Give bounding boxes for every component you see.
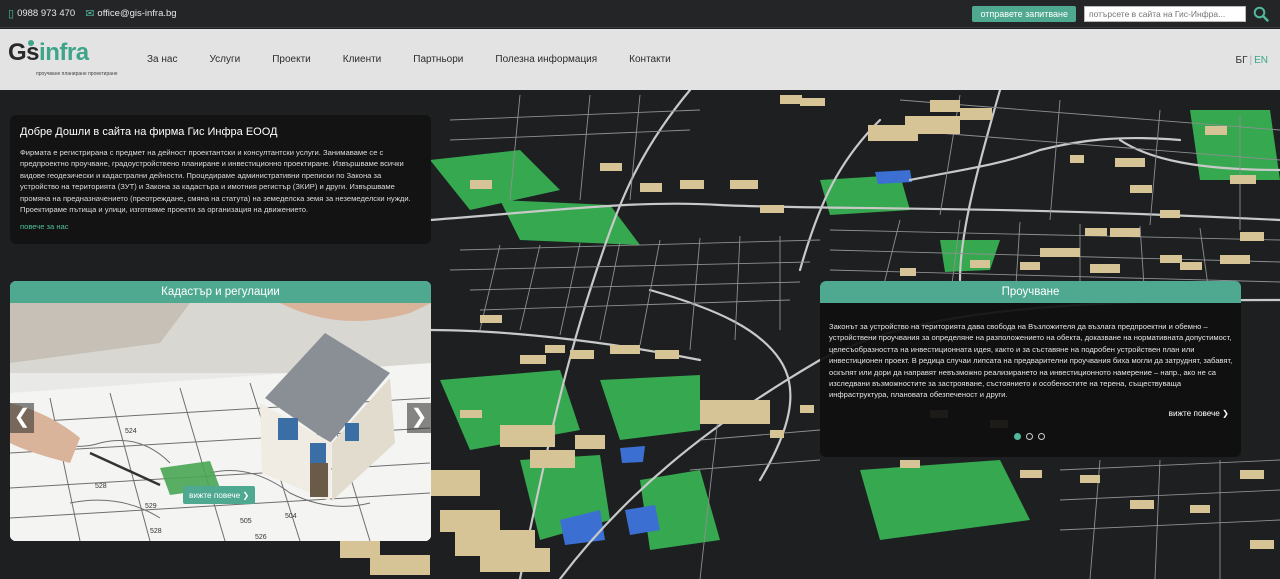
nav-menu: За нас Услуги Проекти Клиенти Партньори … xyxy=(147,29,703,90)
more-about-us-link[interactable]: повече за нас xyxy=(20,222,421,231)
plot-label: 528 xyxy=(150,528,162,535)
main-nav: Gsinfra проучване планиране проектиране … xyxy=(0,29,1280,90)
logo-letter-s: s xyxy=(26,39,40,66)
study-see-more-link[interactable]: вижте повече ❯ xyxy=(1169,408,1229,418)
logo-letter-g: G xyxy=(8,39,27,66)
send-request-button[interactable]: отправете запитване xyxy=(972,5,1076,22)
study-card: Проучване Законът за устройство на терит… xyxy=(820,281,1241,457)
slider-see-more-button[interactable]: вижте повече ❯ xyxy=(183,486,256,504)
plot-label: 528 xyxy=(95,483,107,490)
nav-item-contacts[interactable]: Контакти xyxy=(629,54,671,65)
email-address[interactable]: office@gis-infra.bg xyxy=(97,8,176,19)
phone-icon: ▯ xyxy=(8,8,15,20)
nav-item-about[interactable]: За нас xyxy=(147,54,177,65)
slider-next-arrow[interactable]: ❯ xyxy=(407,403,431,433)
carousel-dot-1[interactable] xyxy=(1014,433,1021,440)
welcome-text: Фирмата е регистрирана с предмет на дейн… xyxy=(20,148,411,215)
nav-item-projects[interactable]: Проекти xyxy=(272,54,311,65)
search-icon xyxy=(1253,6,1269,22)
phone-number[interactable]: 0988 973 470 xyxy=(17,8,75,19)
search-input[interactable] xyxy=(1084,5,1246,22)
logo-tagline: проучване планиране проектиране xyxy=(36,71,118,77)
lang-bg-link[interactable]: БГ xyxy=(1236,55,1248,66)
slider-title: Кадастър и регулации xyxy=(10,281,431,303)
nav-item-clients[interactable]: Клиенти xyxy=(343,54,382,65)
plot-label: 526 xyxy=(255,534,267,541)
cadastre-house-image: 524 528 529 528 505 504 526 xyxy=(10,303,431,541)
lang-en-link[interactable]: EN xyxy=(1254,55,1268,66)
email-contact[interactable]: ✉ office@gis-infra.bg xyxy=(85,7,176,20)
site-logo[interactable]: Gsinfra проучване планиране проектиране xyxy=(8,37,118,83)
phone-contact[interactable]: ▯ 0988 973 470 xyxy=(8,7,75,20)
welcome-card: Добре Дошли в сайта на фирма Гис Инфра Е… xyxy=(10,115,431,244)
slider-prev-arrow[interactable]: ❮ xyxy=(10,403,34,433)
logo-infra: infra xyxy=(39,39,89,66)
search-button[interactable] xyxy=(1250,5,1272,23)
lang-separator: | xyxy=(1249,55,1253,66)
study-title: Проучване xyxy=(820,281,1241,303)
plot-label: 505 xyxy=(240,518,252,525)
envelope-icon: ✉ xyxy=(85,8,95,20)
plot-label: 524 xyxy=(125,428,137,435)
nav-item-useful-info[interactable]: Полезна информация xyxy=(495,54,597,65)
plot-label: 529 xyxy=(145,503,157,510)
welcome-title: Добре Дошли в сайта на фирма Гис Инфра Е… xyxy=(20,126,278,138)
carousel-dot-3[interactable] xyxy=(1038,433,1045,440)
carousel-dot-2[interactable] xyxy=(1026,433,1033,440)
carousel-dots xyxy=(1014,433,1050,440)
logo-wordmark: Gsinfra xyxy=(8,39,89,67)
top-bar: ▯ 0988 973 470 ✉ office@gis-infra.bg отп… xyxy=(0,0,1280,28)
study-text: Законът за устройство на територията дав… xyxy=(829,322,1233,400)
nav-item-services[interactable]: Услуги xyxy=(209,54,240,65)
nav-item-partners[interactable]: Партньори xyxy=(413,54,463,65)
language-switcher: БГ | EN xyxy=(1236,55,1269,66)
plot-label: 504 xyxy=(285,513,297,520)
